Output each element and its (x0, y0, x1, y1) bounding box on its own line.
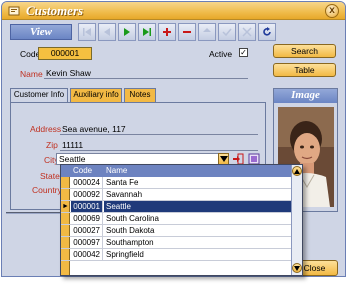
last-record-icon (143, 28, 151, 36)
list-item[interactable]: 000097 Southampton (61, 237, 291, 249)
chevron-down-icon (294, 266, 300, 271)
chevron-down-icon (220, 156, 228, 162)
zip-field[interactable]: 11111 (62, 140, 83, 150)
state-label: State (40, 171, 60, 181)
list-item-selected[interactable]: ► 000001 Seattle (61, 201, 291, 213)
next-record-icon (124, 28, 130, 36)
row-name: Savannah (106, 190, 143, 199)
dropdown-scrollbar[interactable] (291, 165, 302, 275)
insert-record-icon (163, 28, 171, 36)
app-icon (8, 6, 20, 16)
chevron-up-icon (294, 169, 300, 174)
row-code: 000097 (71, 237, 103, 248)
row-code: 000042 (71, 249, 103, 260)
last-record-button[interactable] (138, 23, 156, 41)
dropdown-header: Code Name (61, 165, 291, 177)
code-field[interactable]: 000001 (38, 47, 92, 60)
row-indicator (61, 177, 70, 188)
country-label: Country (32, 185, 62, 195)
image-panel-title: Image (274, 89, 337, 103)
list-item[interactable]: 000092 Savannah (61, 189, 291, 201)
search-button-label: Search (291, 46, 318, 56)
address-field[interactable]: Sea avenue, 117 (62, 124, 126, 134)
row-indicator (61, 249, 70, 260)
next-record-button[interactable] (118, 23, 136, 41)
address-underline (60, 134, 258, 135)
row-code: 000069 (71, 213, 103, 224)
edit-record-button[interactable] (198, 23, 216, 41)
edit-record-icon (203, 28, 211, 32)
list-item[interactable]: 000069 South Carolina (61, 213, 291, 225)
cancel-edit-button[interactable] (238, 23, 256, 41)
row-indicator (61, 189, 70, 200)
list-item[interactable]: 000027 South Dakota (61, 225, 291, 237)
row-name: Southampton (106, 238, 154, 247)
table-button-label: Table (294, 65, 315, 75)
row-name: Springfield (106, 250, 144, 259)
row-name: Santa Fe (106, 178, 139, 187)
row-name: South Dakota (106, 226, 155, 235)
zip-label: Zip (46, 140, 58, 150)
delete-record-button[interactable] (178, 23, 196, 41)
tab-auxiliary-info[interactable]: Auxiliary info (70, 88, 122, 102)
column-header-code[interactable]: Code (73, 165, 92, 176)
post-record-button[interactable] (218, 23, 236, 41)
name-underline (44, 78, 248, 79)
current-row-indicator: ► (61, 201, 70, 212)
row-indicator (61, 213, 70, 224)
row-name: South Carolina (106, 214, 159, 223)
active-label: Active (209, 49, 233, 59)
current-row-marker: ► (62, 203, 69, 210)
list-item[interactable]: 000024 Santa Fe (61, 177, 291, 189)
refresh-button[interactable] (258, 23, 276, 41)
list-item[interactable]: 000042 Springfield (61, 249, 291, 261)
window-close-button[interactable]: x (325, 4, 339, 18)
scroll-up-button[interactable] (292, 166, 302, 176)
active-checkbox[interactable]: ✓ (239, 48, 248, 57)
view-mode-label: View (10, 24, 72, 40)
insert-record-button[interactable] (158, 23, 176, 41)
address-label: Address (30, 124, 62, 134)
row-code: 000027 (71, 225, 103, 236)
tab-notes[interactable]: Notes (124, 88, 156, 102)
cancel-edit-icon (242, 27, 252, 37)
window-title: Customers (26, 3, 84, 18)
prior-record-button[interactable] (98, 23, 116, 41)
tab-customer-info[interactable]: Customer Info (10, 88, 68, 103)
first-record-button[interactable] (78, 23, 96, 41)
name-field[interactable]: Kevin Shaw (46, 68, 91, 78)
row-code: 000092 (71, 189, 103, 200)
prior-record-icon (104, 28, 110, 36)
refresh-icon (263, 27, 271, 36)
city-dropdown-list[interactable]: Code Name 000024 Santa Fe 000092 Savanna… (60, 164, 303, 276)
row-code: 000001 (71, 201, 103, 212)
search-button[interactable]: Search (273, 44, 336, 58)
zip-underline (60, 150, 258, 151)
row-code: 000024 (71, 177, 103, 188)
post-record-icon (222, 28, 232, 37)
scroll-down-button[interactable] (292, 263, 302, 273)
column-header-name[interactable]: Name (106, 165, 127, 176)
first-record-icon (83, 28, 91, 36)
close-button-label: Close (303, 263, 326, 273)
table-button[interactable]: Table (273, 63, 336, 77)
title-bar[interactable]: Customers x (2, 2, 345, 20)
delete-record-icon (183, 31, 191, 33)
row-indicator (61, 237, 70, 248)
row-indicator (61, 225, 70, 236)
row-name: Seattle (104, 201, 291, 212)
name-label: Name (20, 69, 43, 79)
